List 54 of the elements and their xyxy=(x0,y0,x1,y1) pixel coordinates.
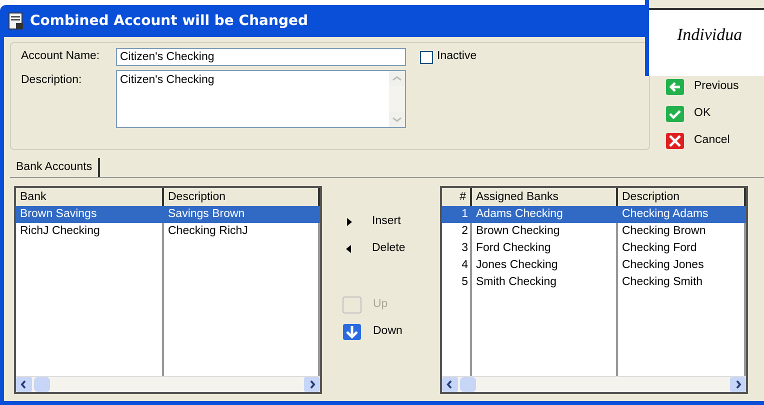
window-title: Combined Account will be Changed xyxy=(30,12,308,30)
table-cell-text: Checking Brown xyxy=(621,224,707,239)
table-cell-text: 3 xyxy=(460,241,469,256)
table-cell-text: Adams Checking xyxy=(475,207,564,222)
table-cell-text: Brown Savings xyxy=(19,207,98,222)
ok-button[interactable]: OK xyxy=(666,103,739,124)
table-cell-text: 2 xyxy=(460,224,469,239)
delete-button[interactable]: Delete xyxy=(342,235,440,262)
field-label: Account Name: xyxy=(21,49,101,64)
account-name-field[interactable]: Citizen's Checking xyxy=(116,48,406,66)
tab[interactable]: Bank Accounts xyxy=(10,158,100,177)
list-row[interactable]: Brown Savings Savings Brown xyxy=(16,206,320,223)
table-cell-text: Checking Smith xyxy=(621,275,704,290)
scroll-thumb[interactable] xyxy=(460,377,476,392)
list-row[interactable]: 4 Jones Checking Checking Jones xyxy=(442,257,746,274)
document-icon xyxy=(8,12,24,30)
table-cell-text: Checking Jones xyxy=(621,258,705,273)
right-triangle-icon xyxy=(346,218,352,226)
left-triangle-icon xyxy=(346,244,352,252)
list-row[interactable]: RichJ Checking Checking RichJ xyxy=(16,223,320,240)
table-cell-text: 1 xyxy=(460,207,469,222)
down-button[interactable]: Down xyxy=(342,318,440,345)
scroll-right-icon[interactable] xyxy=(304,377,320,392)
table-cell-text: Checking Ford xyxy=(621,241,698,256)
close-icon xyxy=(666,132,684,148)
table-cell-text: Savings Brown xyxy=(167,207,246,222)
scroll-right-icon[interactable] xyxy=(730,377,746,392)
table-cell-text: Checking RichJ xyxy=(167,224,249,239)
left-arrow-icon xyxy=(666,78,684,94)
italic-heading: Individua xyxy=(676,24,744,46)
horizontal-scrollbar[interactable] xyxy=(442,376,746,392)
list-row[interactable]: 1 Adams Checking Checking Adams xyxy=(442,206,746,223)
table-cell-text: 5 xyxy=(460,275,469,290)
table-cell-text: RichJ Checking xyxy=(19,224,101,239)
insert-button[interactable]: Insert xyxy=(342,208,440,235)
list-row[interactable]: 5 Smith Checking Checking Smith xyxy=(442,274,746,291)
table-cell-text: Jones Checking xyxy=(475,258,559,273)
scroll-thumb[interactable] xyxy=(34,377,50,392)
list-row[interactable]: 3 Ford Checking Checking Ford xyxy=(442,240,746,257)
list-row[interactable]: 2 Brown Checking Checking Brown xyxy=(442,223,746,240)
scroll-left-icon[interactable] xyxy=(16,377,32,392)
check-icon xyxy=(666,106,684,122)
cancel-button[interactable]: Cancel xyxy=(666,130,739,151)
table-cell-text: 4 xyxy=(460,258,469,273)
scroll-left-icon[interactable] xyxy=(442,377,458,392)
table-cell-text: Ford Checking xyxy=(475,241,552,256)
table-cell-text: Checking Adams xyxy=(621,207,710,222)
checkbox-box[interactable] xyxy=(420,50,433,64)
field-label: Description: xyxy=(21,73,83,88)
horizontal-scrollbar[interactable] xyxy=(16,376,320,392)
description-field[interactable]: Citizen's Checking xyxy=(116,70,406,128)
table-cell-text: Brown Checking xyxy=(475,224,561,239)
table-cell-text: Smith Checking xyxy=(475,275,558,290)
previous-button[interactable]: Previous xyxy=(666,76,739,97)
